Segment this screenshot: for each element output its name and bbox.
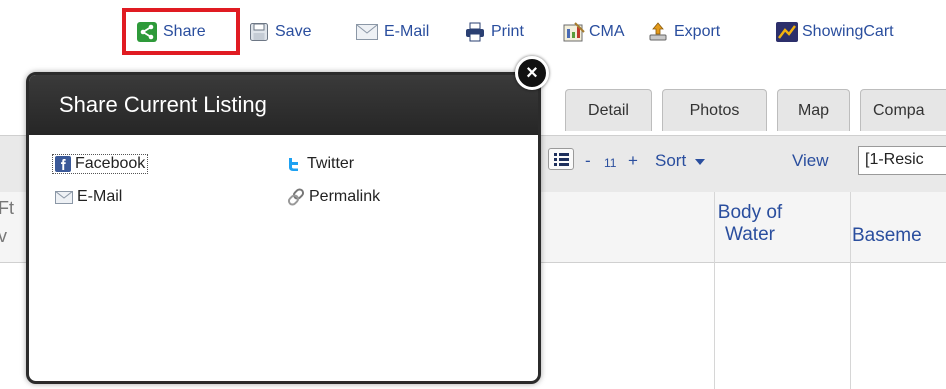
sort-dropdown[interactable]: Sort <box>655 151 705 171</box>
twitter-icon <box>287 156 303 172</box>
share-popup-header: Share Current Listing <box>29 75 538 135</box>
print-label: Print <box>491 23 524 40</box>
increase-page-size[interactable]: + <box>628 151 638 171</box>
facebook-icon <box>55 156 71 172</box>
grid-divider <box>714 192 715 389</box>
share-twitter-link[interactable]: Twitter <box>287 155 354 173</box>
export-label: Export <box>674 23 721 40</box>
close-icon: × <box>526 62 538 84</box>
save-label: Save <box>275 23 312 40</box>
cma-report-icon <box>563 22 585 42</box>
list-view-icon[interactable] <box>548 148 574 170</box>
export-icon <box>648 22 668 42</box>
sort-label: Sort <box>655 151 687 170</box>
export-button[interactable]: Export <box>648 18 720 46</box>
print-button[interactable]: Print <box>465 18 524 46</box>
share-highlight-box <box>122 8 240 55</box>
column-fragment: Ft <box>0 198 14 218</box>
save-icon <box>249 22 269 42</box>
printer-icon <box>465 22 485 42</box>
twitter-label: Twitter <box>307 155 355 172</box>
column-basement[interactable]: Baseme <box>852 225 922 247</box>
view-select[interactable]: [1-Resic <box>858 146 946 175</box>
email-label: E-Mail <box>384 23 430 40</box>
share-permalink-link[interactable]: Permalink <box>287 188 380 206</box>
chain-link-icon <box>287 188 305 206</box>
showingcart-icon <box>776 22 798 42</box>
email-link-label: E-Mail <box>77 188 123 205</box>
showingcart-button[interactable]: ShowingCart <box>776 18 894 46</box>
showingcart-label: ShowingCart <box>802 23 894 40</box>
share-email-link[interactable]: E-Mail <box>55 188 122 206</box>
grid-divider <box>850 192 851 389</box>
permalink-label: Permalink <box>309 188 381 205</box>
column-body-of-water[interactable]: Body of Water <box>700 202 800 246</box>
share-popup-title: Share Current Listing <box>59 92 267 117</box>
decrease-page-size[interactable]: - <box>585 151 591 171</box>
tab-photos[interactable]: Photos <box>662 89 767 131</box>
share-facebook-link[interactable]: Facebook <box>51 154 149 174</box>
facebook-focus-outline: Facebook <box>51 154 149 174</box>
facebook-label: Facebook <box>75 155 146 172</box>
tab-detail[interactable]: Detail <box>565 89 652 131</box>
tab-compare[interactable]: Compa <box>860 89 946 131</box>
chevron-down-icon <box>694 158 705 165</box>
column-fragment: v <box>0 226 7 246</box>
share-popup: Share Current Listing Facebook Twitter E… <box>26 72 541 384</box>
close-popup-button[interactable]: × <box>515 56 549 90</box>
cma-button[interactable]: CMA <box>563 18 625 46</box>
mail-icon <box>356 24 378 40</box>
page-size-value: 11 <box>604 156 617 170</box>
save-button[interactable]: Save <box>249 18 311 46</box>
email-button[interactable]: E-Mail <box>356 18 429 46</box>
view-link[interactable]: View <box>792 151 829 171</box>
cma-label: CMA <box>589 23 625 40</box>
tab-map[interactable]: Map <box>777 89 850 131</box>
mail-icon <box>55 190 73 204</box>
